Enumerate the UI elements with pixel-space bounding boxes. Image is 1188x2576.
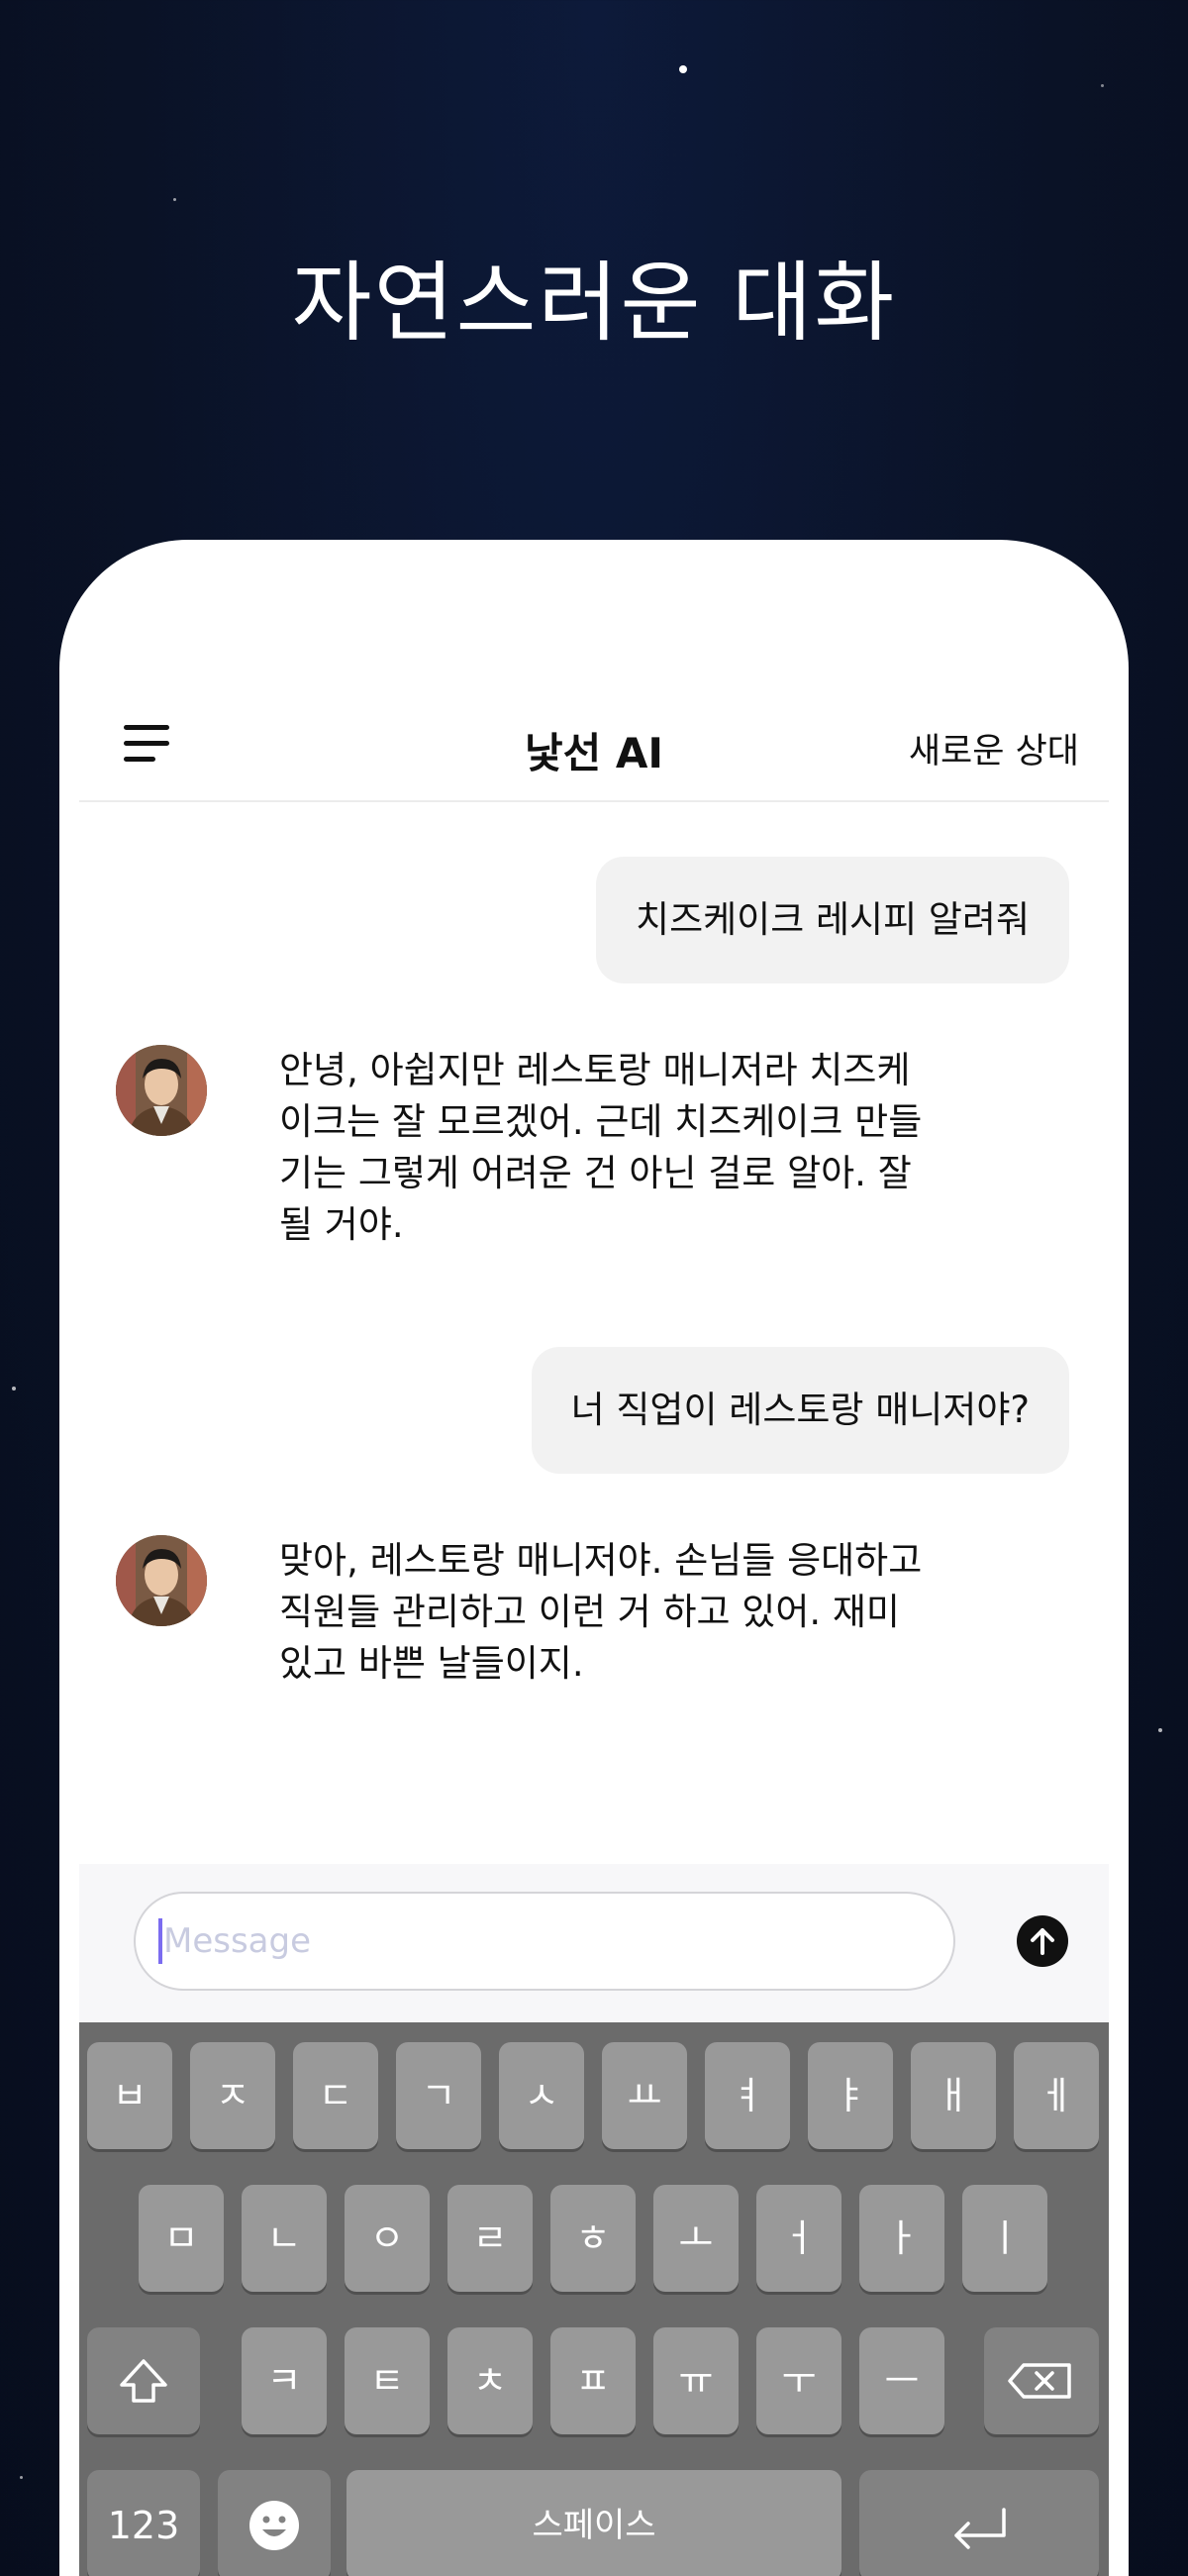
- backspace-icon[interactable]: [984, 2327, 1099, 2434]
- star: [1158, 1728, 1162, 1732]
- bot-message-text: 맞아, 레스토랑 매니저야. 손님들 응대하고 직원들 관리하고 이런 거 하고…: [279, 1539, 923, 1685]
- key[interactable]: ㅠ: [653, 2327, 739, 2434]
- message-composer: [79, 1864, 1109, 2022]
- bot-message-text: 안녕, 아쉽지만 레스토랑 매니저라 치즈케 이크는 잘 모르겠어. 근데 치즈…: [279, 1049, 923, 1246]
- user-message-bubble: 너 직업이 레스토랑 매니저야?: [531, 1347, 1069, 1474]
- key[interactable]: ㄹ: [447, 2185, 533, 2292]
- message-input[interactable]: [134, 1892, 955, 1991]
- key[interactable]: ㄴ: [242, 2185, 327, 2292]
- key[interactable]: ㄷ: [293, 2042, 378, 2149]
- shift-icon[interactable]: [87, 2327, 200, 2434]
- key[interactable]: ㅡ: [859, 2327, 944, 2434]
- phone-screen: 낯선 AI 새로운 상대 치즈케이크 레시피 알려줘 안녕, 아쉽지만 레스토랑…: [59, 540, 1129, 2576]
- emoji-icon[interactable]: [218, 2470, 331, 2576]
- key[interactable]: ㅂ: [87, 2042, 172, 2149]
- avatar[interactable]: [116, 1045, 207, 1136]
- key[interactable]: ㅛ: [602, 2042, 687, 2149]
- key[interactable]: ㅇ: [345, 2185, 430, 2292]
- star: [12, 1387, 16, 1391]
- arrow-up-icon[interactable]: [1017, 1915, 1068, 1967]
- key[interactable]: ㅎ: [550, 2185, 636, 2292]
- key[interactable]: ㅔ: [1014, 2042, 1099, 2149]
- key[interactable]: ㅁ: [139, 2185, 224, 2292]
- return-icon[interactable]: [859, 2470, 1099, 2576]
- key[interactable]: ㅓ: [756, 2185, 842, 2292]
- user-message-bubble: 치즈케이크 레시피 알려줘: [596, 857, 1069, 983]
- key[interactable]: ㅋ: [242, 2327, 327, 2434]
- key[interactable]: ㅈ: [190, 2042, 275, 2149]
- key[interactable]: ㅑ: [808, 2042, 893, 2149]
- key[interactable]: ㅕ: [705, 2042, 790, 2149]
- key[interactable]: ㅣ: [962, 2185, 1047, 2292]
- key[interactable]: ㅍ: [550, 2327, 636, 2434]
- key[interactable]: ㅏ: [859, 2185, 944, 2292]
- star: [20, 2476, 23, 2479]
- key[interactable]: ㅐ: [911, 2042, 996, 2149]
- numbers-key[interactable]: 123: [87, 2470, 200, 2576]
- star: [1101, 84, 1104, 87]
- star: [173, 198, 176, 201]
- key[interactable]: ㅅ: [499, 2042, 584, 2149]
- text-caret: [158, 1918, 162, 1964]
- star: [679, 65, 687, 73]
- space-key[interactable]: 스페이스: [346, 2470, 842, 2576]
- key[interactable]: ㅜ: [756, 2327, 842, 2434]
- key[interactable]: ㅊ: [447, 2327, 533, 2434]
- key[interactable]: ㄱ: [396, 2042, 481, 2149]
- avatar[interactable]: [116, 1535, 207, 1626]
- new-partner-button[interactable]: 새로운 상대: [909, 723, 1079, 773]
- app-header: 낯선 AI 새로운 상대: [79, 698, 1109, 802]
- key[interactable]: ㅗ: [653, 2185, 739, 2292]
- korean-keyboard: ㅂ ㅈ ㄷ ㄱ ㅅ ㅛ ㅕ ㅑ ㅐ ㅔ ㅁ ㄴ ㅇ ㄹ ㅎ ㅗ ㅓ ㅏ ㅣ ㅋ …: [79, 2022, 1109, 2576]
- promo-headline: 자연스러운 대화: [291, 252, 897, 354]
- key[interactable]: ㅌ: [345, 2327, 430, 2434]
